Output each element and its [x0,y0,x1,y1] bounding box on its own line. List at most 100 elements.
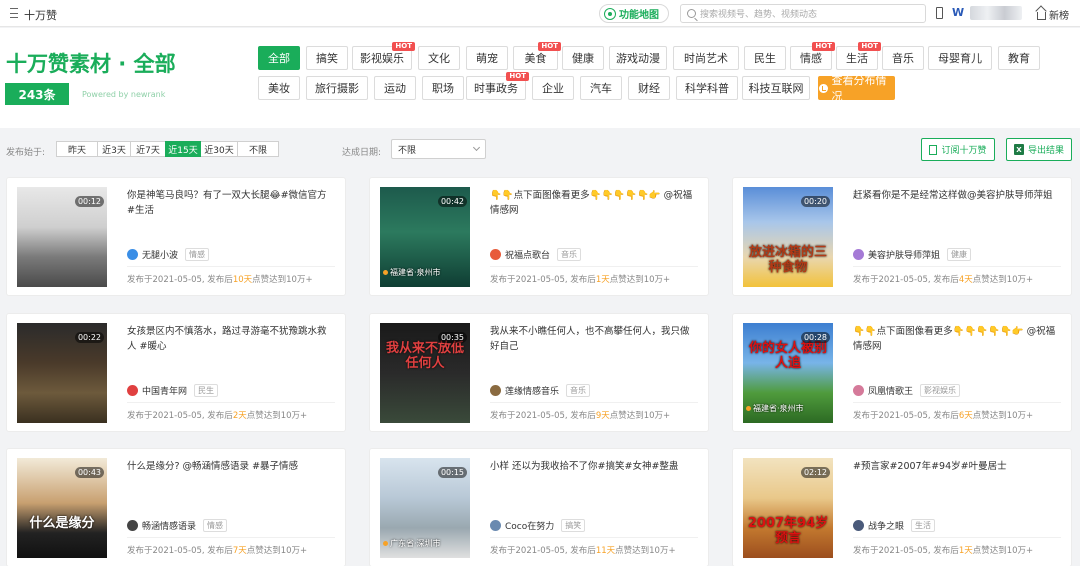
category-0[interactable]: 全部 [258,46,300,70]
author-info[interactable]: 战争之眼 生活 [853,519,936,532]
category-6[interactable]: 健康 [562,46,604,70]
video-thumbnail[interactable]: 00:22 [17,323,107,423]
author-info[interactable]: Coco在努力 搞笑 [490,519,586,532]
category-8[interactable]: 时尚艺术 [673,46,739,70]
hot-badge: HOT [506,72,529,81]
category-label: 情感 [800,52,822,65]
author-info[interactable]: 祝福点歌台 音乐 [490,248,582,261]
author-info[interactable]: 畅涵情感语录 情感 [127,519,228,532]
category-3[interactable]: 文化 [418,46,460,70]
video-card[interactable]: 00:22 女孩景区内不慎落水，路过寻游毫不犹豫跳水救人 #暖心 中国青年网 民生 发布… [6,313,346,432]
category-5[interactable]: 美食 HOT [513,42,561,70]
publish-option-4[interactable]: 近30天 [200,141,238,157]
menu-icon[interactable] [10,8,18,18]
category-15[interactable]: 美妆 [258,76,300,100]
export-button[interactable]: X 导出结果 [1006,138,1072,161]
author-info[interactable]: 美容护肤导师萍姐 健康 [853,248,972,261]
video-card[interactable]: 什么是缘分 00:43 什么是缘分? @畅涵情感语录 #暴子情感 畅涵情感语录 情感 发布… [6,448,346,566]
category-24[interactable]: 科技互联网 [742,76,810,100]
video-card[interactable]: 你的女人被别人追 00:28 福建省·泉州市 👇👇点下面图像看更多👇👇👇👇👇👉 @祝福… [732,313,1072,432]
mobile-icon[interactable] [936,7,943,19]
category-19[interactable]: 时事政务 HOT [466,72,529,100]
video-card[interactable]: 放进冰箱的三种食物 00:20 赶紧看你是不是经常这样做@美容护肤导师萍姐 美容护肤导… [732,177,1072,296]
video-thumbnail[interactable]: 00:15 广东省·深圳市 [380,458,470,558]
function-map-button[interactable]: 功能地图 [599,4,669,23]
reach-date-select[interactable]: 不限 [391,139,486,159]
video-thumbnail[interactable]: 你的女人被别人追 00:28 福建省·泉州市 [743,323,833,423]
target-text: 点赞达到10万+ [972,546,1034,556]
export-label: 导出结果 [1027,146,1064,156]
view-distribution-button[interactable]: 查看分布情况 [818,74,895,103]
publish-date: 发布于2021-05-05, 发布后 [127,275,233,285]
category-label: 萌宠 [476,52,498,65]
location-tag: 福建省·泉州市 [746,403,804,414]
video-title[interactable]: 小样 还以为我收拾不了你#搞笑#女神#整蛊 [490,459,695,474]
category-1[interactable]: 搞笑 [306,46,348,70]
category-4[interactable]: 萌宠 [466,46,508,70]
publish-option-5[interactable]: 不限 [237,141,279,157]
video-title[interactable]: 你是神笔马良吗？有了一双大长腿😂#微信官方#生活 [127,188,332,218]
search-icon [687,9,696,18]
w-logo-icon[interactable]: W [952,6,964,19]
author-avatar [490,249,501,260]
video-card[interactable]: 00:15 广东省·深圳市 小样 还以为我收拾不了你#搞笑#女神#整蛊 Coco在努力… [369,448,709,566]
search-input[interactable]: 搜索视频号、趋势、视频动态 [680,4,926,23]
video-title[interactable]: 👇👇点下面图像看更多👇👇👇👇👇👉 @祝福情感网 [490,188,695,218]
video-card[interactable]: 我从来不放低任何人 00:35 我从来不小瞧任何人，也不高攀任何人，我只做好自己莲缘… [369,313,709,432]
author-avatar [490,520,501,531]
category-21[interactable]: 汽车 [580,76,622,100]
video-thumbnail[interactable]: 我从来不放低任何人 00:35 [380,323,470,423]
publish-range-selector: 昨天 近3天 近7天 近15天 近30天 不限 [56,141,279,157]
category-label: 文化 [428,52,450,65]
view-distribution-label: 查看分布情况 [831,74,887,103]
category-2[interactable]: 影视娱乐 HOT [352,42,415,70]
publish-info: 发布于2021-05-05, 发布后6天点赞达到10万+ [853,409,1033,421]
location-text: 福建省·泉州市 [753,404,804,413]
publish-option-3[interactable]: 近15天 [165,141,201,157]
author-info[interactable]: 莲缘情感音乐 音乐 [490,384,591,397]
category-18[interactable]: 职场 [422,76,464,100]
video-title[interactable]: #预言家#2007年#94岁#叶曼居士 [853,459,1058,474]
thumbnail-caption: 你的女人被别人追 [748,341,827,371]
user-account[interactable] [970,6,1022,20]
author-info[interactable]: 凤凰情歌王 影视娱乐 [853,384,961,397]
category-12[interactable]: 音乐 [882,46,924,70]
category-11[interactable]: 生活 HOT [836,42,881,70]
category-7[interactable]: 游戏动漫 [609,46,667,70]
location-pin-icon [383,270,388,275]
publish-option-1[interactable]: 近3天 [97,141,131,157]
category-20[interactable]: 企业 [532,76,574,100]
category-label: 健康 [572,52,594,65]
category-22[interactable]: 财经 [628,76,670,100]
publish-option-2[interactable]: 近7天 [130,141,166,157]
category-label: 美食 [524,52,547,65]
video-title[interactable]: 什么是缘分? @畅涵情感语录 #暴子情感 [127,459,332,474]
video-thumbnail[interactable]: 2007年94岁预言 02:12 [743,458,833,558]
video-card[interactable]: 2007年94岁预言 02:12 #预言家#2007年#94岁#叶曼居士 战争之眼 生活… [732,448,1072,566]
video-thumbnail[interactable]: 什么是缘分 00:43 [17,458,107,558]
video-thumbnail[interactable]: 00:42 福建省·泉州市 [380,187,470,287]
video-title[interactable]: 👇👇点下面图像看更多👇👇👇👇👇👉 @祝福情感网 [853,324,1058,354]
category-16[interactable]: 旅行摄影 [306,76,368,100]
category-17[interactable]: 运动 [374,76,416,100]
video-thumbnail[interactable]: 放进冰箱的三种食物 00:20 [743,187,833,287]
category-13[interactable]: 母婴育儿 [928,46,992,70]
video-title[interactable]: 赶紧看你是不是经常这样做@美容护肤导师萍姐 [853,188,1058,203]
video-card[interactable]: 00:12 你是神笔马良吗？有了一双大长腿😂#微信官方#生活无腿小波 情感发布于20… [6,177,346,296]
category-23[interactable]: 科学科普 [676,76,738,100]
author-info[interactable]: 中国青年网 民生 [127,384,219,397]
publish-option-0[interactable]: 昨天 [56,141,98,157]
video-title[interactable]: 我从来不小瞧任何人，也不高攀任何人，我只做好自己 [490,324,695,354]
category-14[interactable]: 教育 [998,46,1040,70]
video-thumbnail[interactable]: 00:12 [17,187,107,287]
days-to-target: 6天 [958,411,973,421]
category-10[interactable]: 情感 HOT [790,42,835,70]
author-info[interactable]: 无腿小波 情感 [127,248,210,261]
brand-name[interactable]: 十万赞 [24,7,57,23]
video-title[interactable]: 女孩景区内不慎落水，路过寻游毫不犹豫跳水救人 #暖心 [127,324,332,354]
category-9[interactable]: 民生 [744,46,786,70]
category-tag: 情感 [185,248,210,261]
home-link[interactable]: 新榜 [1037,7,1069,22]
video-card[interactable]: 00:42 福建省·泉州市 👇👇点下面图像看更多👇👇👇👇👇👉 @祝福情感网祝福点歌台… [369,177,709,296]
subscribe-button[interactable]: 订阅十万赞 [921,138,995,161]
